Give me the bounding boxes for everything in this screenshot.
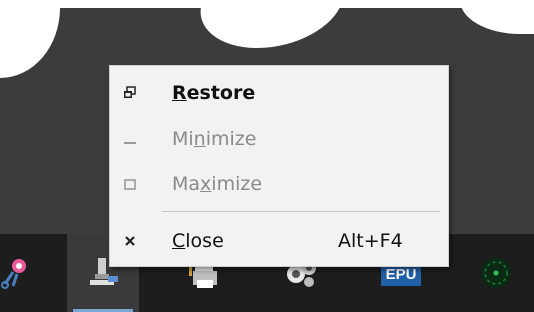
menu-item-label: Close	[172, 230, 224, 252]
window-system-menu: Restore Minimize Maximize Close Alt+F4	[109, 65, 449, 267]
minimize-icon	[122, 131, 138, 147]
menu-separator	[162, 211, 440, 212]
taskbar-app-button[interactable]	[0, 234, 52, 312]
radar-app-icon	[479, 256, 513, 290]
menu-item-label: Minimize	[172, 128, 257, 150]
close-icon	[122, 233, 138, 249]
menu-item-label: Maximize	[172, 173, 263, 195]
menu-item-maximize[interactable]: Maximize	[110, 164, 448, 204]
taskbar-app-button[interactable]	[460, 234, 532, 312]
menu-item-shortcut: Alt+F4	[338, 230, 403, 252]
menu-item-minimize[interactable]: Minimize	[110, 119, 448, 159]
menu-item-close[interactable]: Close Alt+F4	[110, 221, 448, 261]
menu-item-restore[interactable]: Restore	[110, 73, 448, 113]
restore-icon	[122, 85, 138, 101]
maximize-icon	[122, 176, 138, 192]
scissors-app-icon	[0, 256, 33, 290]
epu-app-label: EPU	[386, 266, 417, 283]
menu-item-label: Restore	[172, 82, 256, 104]
